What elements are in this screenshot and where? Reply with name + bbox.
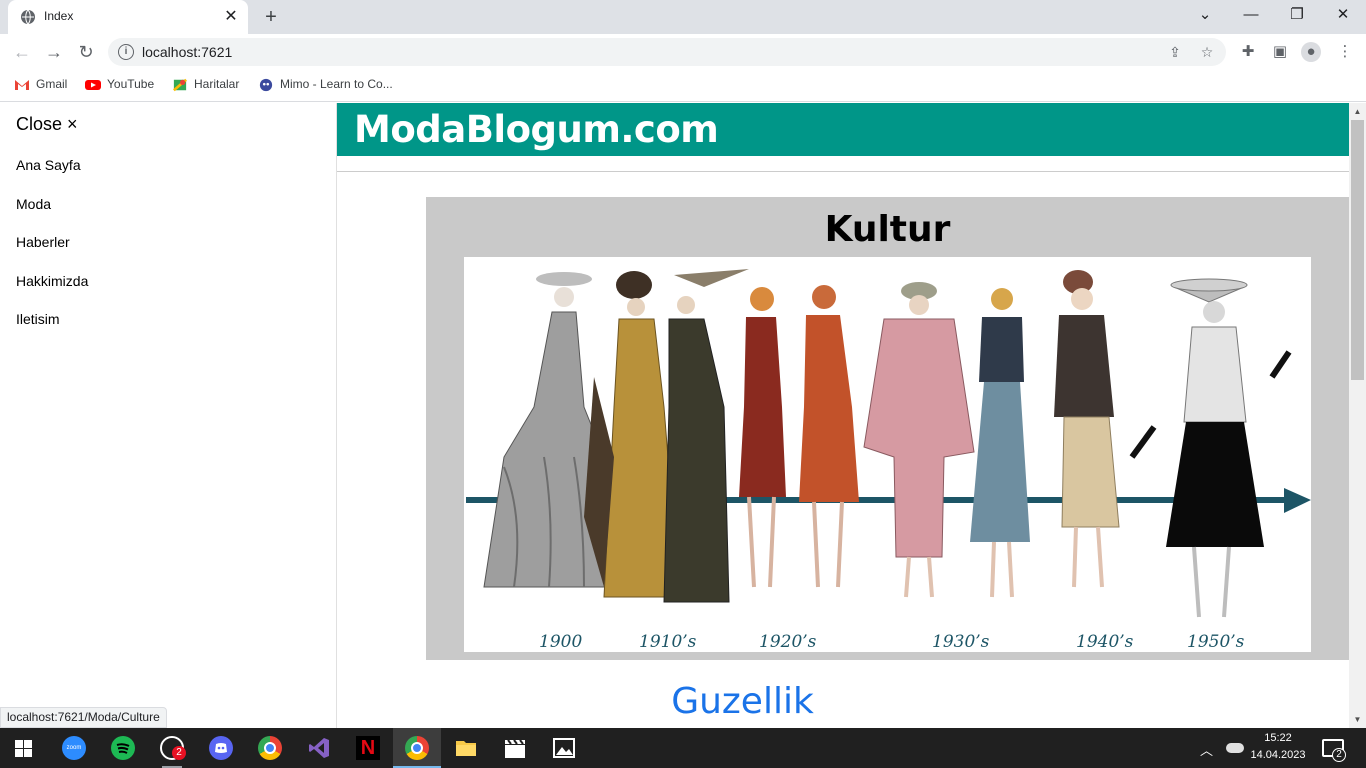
share-icon[interactable]: ⇪: [1166, 43, 1184, 61]
start-button[interactable]: [0, 728, 48, 768]
onedrive-cloud-icon[interactable]: [1226, 743, 1244, 753]
bookmark-label: Haritalar: [194, 77, 240, 91]
taskbar-chrome[interactable]: [246, 728, 294, 768]
scroll-down-icon[interactable]: ▼: [1349, 711, 1366, 728]
nav-item-haberler[interactable]: Haberler: [16, 234, 70, 250]
taskbar-zoom[interactable]: zoom: [50, 728, 98, 768]
figure-1950s: [1129, 278, 1292, 618]
netflix-icon: N: [356, 736, 380, 760]
globe-icon: [21, 9, 35, 25]
reload-button[interactable]: ↻: [74, 40, 98, 64]
maps-icon: [173, 78, 187, 92]
taskbar-visual-studio[interactable]: [295, 728, 343, 768]
clock-date[interactable]: 14.04.2023: [1248, 749, 1308, 761]
divider: [337, 171, 1349, 172]
status-bar-link: localhost:7621/Moda/Culture: [0, 707, 167, 728]
gmail-icon: [15, 79, 29, 90]
whatsapp-badge: 2: [172, 746, 186, 760]
minimize-button[interactable]: —: [1228, 0, 1274, 30]
sidenav-close-button[interactable]: Close ×: [16, 114, 78, 135]
url-text[interactable]: localhost:7621: [142, 44, 232, 60]
taskbar-photos[interactable]: [540, 728, 588, 768]
address-bar[interactable]: i localhost:7621 ⇪ ☆: [108, 38, 1226, 66]
back-button[interactable]: ←: [10, 40, 34, 64]
timeline-label-1900: 1900: [539, 632, 582, 652]
taskbar-file-explorer[interactable]: [442, 728, 490, 768]
windows-taskbar: zoom 2 N ︿ 15:22 14.04.2023 2: [0, 728, 1366, 768]
bookmark-haritalar[interactable]: Haritalar: [172, 76, 239, 96]
bookmarks-bar: Gmail YouTube Haritalar Mimo - Learn to …: [0, 70, 1366, 102]
taskbar-netflix[interactable]: N: [344, 728, 392, 768]
windows-logo-icon: [15, 740, 32, 757]
tab-search-icon[interactable]: ⌄: [1182, 0, 1228, 30]
page-viewport: Close × Ana Sayfa Moda Haberler Hakkimiz…: [0, 103, 1366, 728]
profile-avatar-icon[interactable]: ●: [1301, 42, 1321, 62]
site-info-icon[interactable]: i: [118, 44, 134, 60]
scroll-up-icon[interactable]: ▲: [1349, 103, 1366, 120]
visual-studio-icon: [307, 736, 331, 760]
bookmark-star-icon[interactable]: ☆: [1198, 43, 1216, 61]
forward-button[interactable]: →: [42, 40, 66, 64]
figure-1920s: [739, 285, 859, 588]
tab-title: Index: [44, 9, 74, 23]
taskbar-whatsapp[interactable]: 2: [148, 728, 196, 768]
discord-icon: [209, 736, 233, 760]
tab-close-icon[interactable]: ✕: [222, 8, 240, 26]
clapperboard-icon: [503, 736, 527, 760]
mimo-icon: [259, 78, 273, 91]
browser-toolbar: ← → ↻ i localhost:7621 ⇪ ☆ ✚ ▣ ● ⋮: [0, 34, 1366, 70]
bookmark-label: YouTube: [107, 77, 155, 91]
extensions-icon[interactable]: ✚: [1238, 42, 1258, 62]
clock-time[interactable]: 15:22: [1248, 732, 1308, 744]
restore-button[interactable]: ❐: [1274, 0, 1320, 30]
nav-item-iletisim[interactable]: Iletisim: [16, 311, 60, 327]
page-scrollbar[interactable]: ▲ ▼: [1349, 103, 1366, 728]
bookmark-label: Gmail: [36, 77, 68, 91]
side-panel-icon[interactable]: ▣: [1270, 42, 1290, 62]
culture-title: Kultur: [824, 209, 951, 250]
chrome-icon: [405, 736, 429, 760]
timeline-label-1930s: 1930’s: [932, 632, 990, 652]
beauty-heading[interactable]: Guzellik: [426, 681, 1059, 722]
timeline-label-1940s: 1940’s: [1076, 632, 1134, 652]
menu-kebab-icon[interactable]: ⋮: [1335, 42, 1355, 62]
tab-index[interactable]: Index ✕: [8, 0, 248, 34]
timeline-label-1910s: 1910’s: [639, 632, 697, 652]
spotify-icon: [111, 736, 135, 760]
new-tab-button[interactable]: +: [260, 6, 282, 28]
folder-icon: [454, 736, 478, 760]
figure-1940s: [1054, 270, 1120, 588]
figure-1930s: [863, 282, 1030, 598]
bookmark-mimo[interactable]: Mimo - Learn to Co...: [258, 76, 393, 96]
nav-item-hakkimizda[interactable]: Hakkimizda: [16, 273, 88, 289]
photos-icon: [552, 736, 576, 760]
taskbar-chrome-active[interactable]: [393, 728, 441, 768]
taskbar-spotify[interactable]: [99, 728, 147, 768]
nav-item-moda[interactable]: Moda: [16, 196, 51, 212]
timeline-label-1950s: 1950’s: [1187, 632, 1245, 652]
notification-count: 2: [1332, 748, 1346, 762]
scroll-thumb[interactable]: [1351, 120, 1364, 380]
youtube-icon: [85, 79, 101, 90]
nav-item-ana-sayfa[interactable]: Ana Sayfa: [16, 157, 81, 173]
fashion-timeline-image[interactable]: 1900 1910’s 1920’s 1930’s 1940’s 1950’s: [464, 257, 1311, 652]
show-hidden-icons-icon[interactable]: ︿: [1200, 740, 1213, 759]
tab-strip: Index ✕ + ⌄ — ❐ ✕: [0, 0, 1366, 34]
site-header: ModaBlogum.com: [337, 103, 1349, 156]
fashion-timeline-illustration: 1900 1910’s 1920’s 1930’s 1940’s 1950’s: [466, 269, 1311, 652]
culture-card: Kultur 1900 1910’s 1920’s 1930’s 1940’s …: [426, 197, 1349, 660]
timeline-label-1920s: 1920’s: [759, 632, 817, 652]
taskbar-video-editor[interactable]: [491, 728, 539, 768]
timeline-arrowhead: [1284, 488, 1311, 513]
taskbar-discord[interactable]: [197, 728, 245, 768]
zoom-icon: zoom: [62, 736, 86, 760]
bookmark-youtube[interactable]: YouTube: [85, 76, 154, 96]
chrome-icon: [258, 736, 282, 760]
bookmark-label: Mimo - Learn to Co...: [280, 77, 393, 91]
figure-1910s: [584, 269, 749, 603]
site-title[interactable]: ModaBlogum.com: [354, 108, 719, 151]
side-navigation: Close × Ana Sayfa Moda Haberler Hakkimiz…: [0, 103, 337, 728]
close-window-button[interactable]: ✕: [1320, 0, 1366, 30]
bookmark-gmail[interactable]: Gmail: [14, 76, 67, 96]
